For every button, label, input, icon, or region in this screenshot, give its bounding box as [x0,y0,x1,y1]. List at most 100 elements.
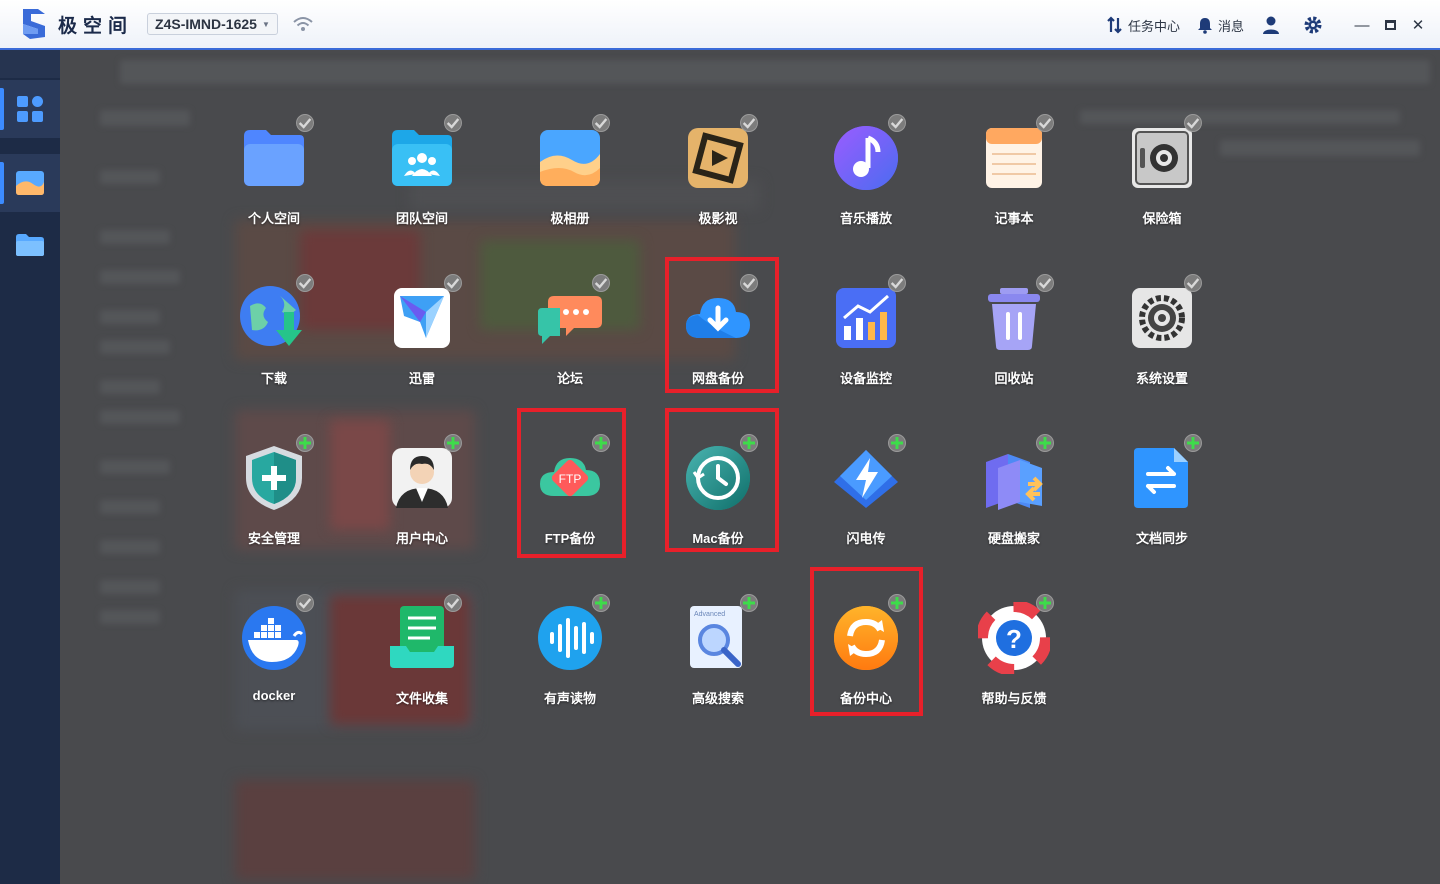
minimize-button[interactable]: — [1352,15,1372,35]
installed-check-badge-icon[interactable] [740,274,758,292]
task-center-button[interactable]: 任务中心 [1106,16,1180,35]
sidebar-top-strip [0,50,60,78]
installed-check-badge-icon[interactable] [1036,274,1054,292]
installed-check-badge-icon[interactable] [296,274,314,292]
app-tile[interactable]: 安全管理 [219,434,329,568]
add-app-badge-icon[interactable] [888,434,906,452]
recycle-bin-icon [978,274,1054,354]
app-tile[interactable]: 极影视 [663,114,773,248]
team-space-icon [386,114,462,194]
app-tile[interactable]: 文档同步 [1107,434,1217,568]
add-app-badge-icon[interactable] [444,434,462,452]
app-tile[interactable]: Advanced 高级搜索 [663,594,773,728]
sidebar-item-files[interactable] [0,216,60,274]
app-tile-label: FTP备份 [544,531,596,546]
app-tile[interactable]: 回收站 [959,274,1069,408]
app-tile[interactable]: 有声读物 [515,594,625,728]
app-tile[interactable]: ? 帮助与反馈 [959,594,1069,728]
messages-label: 消息 [1217,18,1244,34]
cloud-backup-icon [682,274,758,354]
installed-check-badge-icon[interactable] [888,274,906,292]
app-tile[interactable]: 保险箱 [1107,114,1217,248]
lightning-transfer-icon [830,434,906,514]
app-tile[interactable]: 团队空间 [367,114,477,248]
app-tile[interactable]: 文件收集 [367,594,477,728]
app-tile-label: 回收站 [994,371,1034,386]
add-app-badge-icon[interactable] [1036,594,1054,612]
download-icon [238,274,314,354]
app-tile-label: 安全管理 [247,531,300,546]
app-tile-label: 论坛 [556,371,583,386]
app-tile[interactable]: 下载 [219,274,329,408]
sidebar-item-apps[interactable] [0,80,60,138]
add-app-badge-icon[interactable] [592,434,610,452]
app-tile[interactable]: Mac备份 [663,434,773,568]
installed-check-badge-icon[interactable] [296,594,314,612]
app-tile[interactable]: 网盘备份 [663,274,773,408]
security-shield-icon [238,434,314,514]
photo-album-icon [534,114,610,194]
installed-check-badge-icon[interactable] [888,114,906,132]
installed-check-badge-icon[interactable] [444,594,462,612]
help-feedback-icon: ? [976,594,1054,676]
advanced-search-icon: Advanced [682,594,758,674]
app-tile[interactable]: 音乐播放 [811,114,921,248]
maximize-icon [1384,20,1396,30]
app-tile[interactable]: 极相册 [515,114,625,248]
installed-check-badge-icon[interactable] [296,114,314,132]
video-icon [682,114,758,194]
app-tile-label: 迅雷 [408,371,435,386]
app-tile-label: 极影视 [698,211,738,226]
app-tile[interactable]: 用户中心 [367,434,477,568]
app-tile[interactable]: 备份中心 [811,594,921,728]
installed-check-badge-icon[interactable] [740,114,758,132]
app-tile[interactable]: 个人空间 [219,114,329,248]
device-monitor-icon [830,274,906,354]
app-tile[interactable]: docker [219,594,329,728]
installed-check-badge-icon[interactable] [592,114,610,132]
device-selector[interactable]: Z4S-IMND-1625 ▼ [147,13,278,35]
app-tile-label: 有声读物 [543,691,596,706]
notepad-icon [978,114,1054,194]
installed-check-badge-icon[interactable] [1184,274,1202,292]
file-collect-icon [386,594,462,674]
installed-check-badge-icon[interactable] [592,274,610,292]
maximize-button[interactable] [1380,15,1400,35]
app-tile[interactable]: 记事本 [959,114,1069,248]
add-app-badge-icon[interactable] [740,594,758,612]
app-tile[interactable]: 论坛 [515,274,625,408]
wifi-icon [293,17,313,31]
task-center-label: 任务中心 [1127,18,1180,34]
installed-check-badge-icon[interactable] [444,114,462,132]
sidebar-item-album[interactable] [0,154,60,212]
photo-album-icon [16,171,44,195]
installed-check-badge-icon[interactable] [444,274,462,292]
messages-button[interactable]: 消息 [1196,16,1244,35]
installed-check-badge-icon[interactable] [1184,114,1202,132]
add-app-badge-icon[interactable] [1184,434,1202,452]
app-tile[interactable]: 迅雷 [367,274,477,408]
close-button[interactable]: ✕ [1408,15,1428,35]
app-tile[interactable]: FTP FTP备份 [515,434,625,568]
app-tile-label: 个人空间 [247,211,300,226]
app-tile[interactable]: 设备监控 [811,274,921,408]
app-tile[interactable]: 硬盘搬家 [959,434,1069,568]
app-tile[interactable]: 闪电传 [811,434,921,568]
add-app-badge-icon[interactable] [296,434,314,452]
user-account-button[interactable] [1260,14,1282,36]
app-tile-label: 硬盘搬家 [987,531,1040,546]
installed-check-badge-icon[interactable] [1036,114,1054,132]
app-tile-label: 音乐播放 [839,211,892,226]
add-app-badge-icon[interactable] [888,594,906,612]
add-app-badge-icon[interactable] [592,594,610,612]
add-app-badge-icon[interactable] [1036,434,1054,452]
minimize-icon: — [1354,16,1370,34]
add-app-badge-icon[interactable] [740,434,758,452]
settings-button[interactable] [1302,14,1324,36]
settings-icon [1126,274,1202,354]
device-name: Z4S-IMND-1625 [155,16,257,32]
app-tile-label: 极相册 [550,211,590,226]
mac-backup-icon [682,434,758,514]
app-tile[interactable]: 系统设置 [1107,274,1217,408]
app-tile-label: 团队空间 [395,211,448,226]
